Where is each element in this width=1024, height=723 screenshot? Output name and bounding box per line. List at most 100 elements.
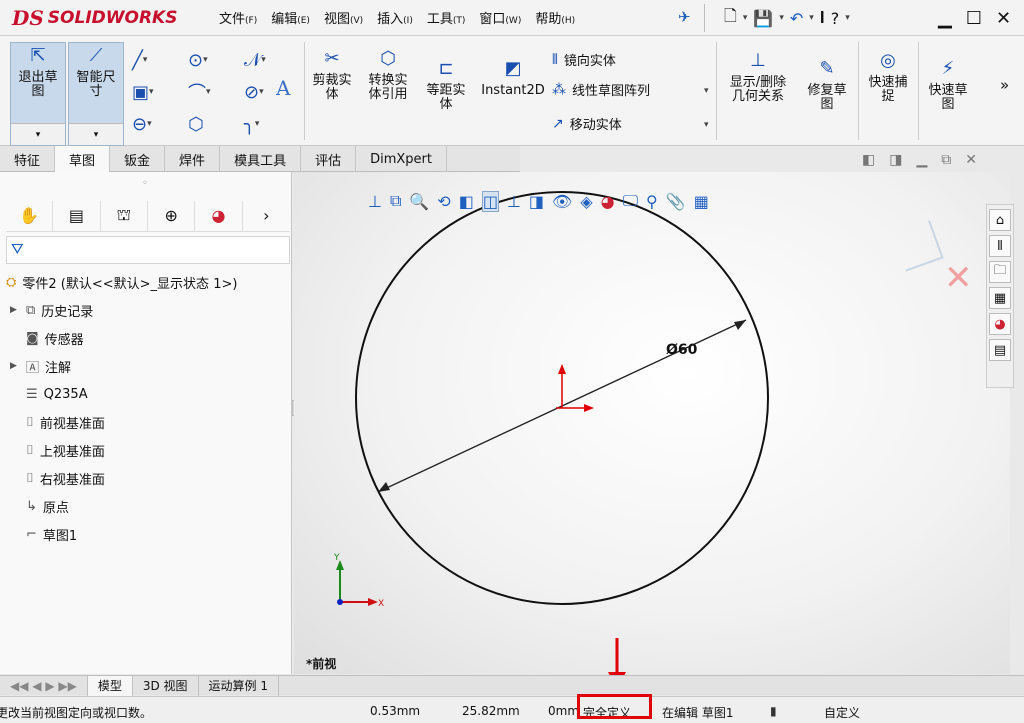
line-icon[interactable]: ╱ ▾ — [132, 44, 188, 76]
tabs-more-icon[interactable]: › — [243, 201, 290, 231]
zoom-to-area-icon[interactable]: 🔍 — [409, 192, 429, 211]
move-dropdown-icon[interactable]: ▾ — [704, 120, 709, 130]
tree-item-annotations[interactable]: ▶ 🄰 注解 — [10, 354, 71, 378]
viewport-close-icon[interactable]: ✕ — [965, 152, 977, 168]
section-view-icon[interactable]: ◧ — [459, 192, 474, 211]
offset-entities-button[interactable]: ⊏ 等距实体 — [420, 56, 472, 112]
tree-item-sensors[interactable]: ◙ 传感器 — [10, 326, 84, 350]
paperclip-icon[interactable]: 📎 — [666, 192, 686, 211]
view-settings-icon[interactable]: ◕ — [601, 192, 615, 211]
undo-dropdown-icon[interactable]: ▾ — [809, 13, 814, 23]
tab-mold-tools[interactable]: 模具工具 — [220, 146, 302, 172]
tab-features[interactable]: 特征 — [0, 146, 56, 172]
viewport-minimize-icon[interactable]: ▁ — [916, 152, 927, 168]
polygon-icon[interactable]: ⬡ — [188, 108, 244, 140]
tree-root-part[interactable]: ⛭ 零件2 (默认<<默认>_显示状态 1>) — [6, 270, 237, 294]
cancel-sketch-icon[interactable]: ✕ — [944, 258, 973, 298]
view-orientation-box-icon[interactable]: ◫ — [481, 190, 499, 212]
save-dropdown-icon[interactable]: ▾ — [779, 13, 784, 23]
zoom-to-fit-icon[interactable]: ⧉ — [390, 191, 401, 211]
more-commands-button[interactable]: » — [1000, 76, 1009, 94]
appearance-icon[interactable]: 👁 — [552, 192, 572, 211]
tree-item-history[interactable]: ▶ ⧉ 历史记录 — [10, 298, 93, 322]
configuration-manager-tab-icon[interactable]: ⛫ — [101, 200, 148, 231]
menu-help[interactable]: 帮助 (H) — [528, 8, 582, 27]
tree-item-top-plane[interactable]: ⌷ 上视基准面 — [10, 438, 105, 462]
fillet-icon[interactable]: ╮ ▾ — [244, 108, 300, 140]
tree-item-sketch1[interactable]: ⌐ 草图1 — [10, 522, 77, 546]
quick-snaps-button[interactable]: ◎ 快速捕捉 — [862, 48, 914, 104]
file-explorer-icon[interactable]: 🗀 — [989, 261, 1011, 283]
mirror-entities-button[interactable]: ⫴ 镜向实体 — [552, 50, 616, 70]
viewport-restore-icon[interactable]: ⧉ — [941, 152, 951, 168]
display-style-icon[interactable]: ⊥ — [507, 192, 521, 211]
linear-pattern-button[interactable]: ⁂ 线性草图阵列 — [552, 80, 650, 100]
pin-icon[interactable]: ✈ — [678, 8, 691, 26]
render-icon[interactable]: ⚲ — [646, 192, 658, 211]
help-icon[interactable]: ? — [831, 9, 840, 28]
trim-entities-button[interactable]: ✂ 剪裁实体 — [308, 46, 356, 102]
expand-icon[interactable]: ▶ — [10, 361, 20, 371]
realview-icon[interactable]: ▦ — [694, 192, 709, 211]
tab-scroll-arrows-icon[interactable]: ◀◀ ◀ ▶ ▶▶ — [0, 675, 88, 696]
tab-sketch[interactable]: 草图 — [55, 146, 111, 172]
smart-dimension-dropdown-icon[interactable]: ▾ — [69, 123, 123, 145]
solidworks-logo[interactable]: DS SOLIDWORKS — [12, 4, 182, 32]
menu-file[interactable]: 文件 (F) — [212, 8, 264, 27]
new-document-icon[interactable]: 🗋 — [724, 5, 737, 32]
tile-left-icon[interactable]: ◧ — [862, 152, 875, 168]
text-icon[interactable]: A — [276, 76, 290, 100]
tab-sheet-metal[interactable]: 钣金 — [110, 146, 166, 172]
pattern-dropdown-icon[interactable]: ▾ — [704, 86, 709, 96]
save-icon[interactable]: 💾 — [753, 9, 773, 28]
menu-window[interactable]: 窗口 (W) — [472, 8, 528, 27]
rectangle-icon[interactable]: ▣ ▾ — [132, 76, 188, 108]
menu-insert[interactable]: 插入 (I) — [370, 8, 420, 27]
feature-manager-tab-icon[interactable]: ✋ — [6, 200, 54, 231]
tab-model[interactable]: 模型 — [87, 675, 133, 696]
home-icon[interactable]: ⌂ — [989, 209, 1011, 231]
display-monitor-icon[interactable]: 🖵 — [623, 191, 638, 211]
filter-icon[interactable]: ⛛ — [6, 236, 290, 264]
convert-entities-button[interactable]: ⬡ 转换实体引用 — [362, 46, 414, 102]
menu-view[interactable]: 视图 (V) — [317, 8, 370, 27]
menu-edit[interactable]: 编辑 (E) — [264, 8, 317, 27]
undo-icon[interactable]: ↶ — [790, 9, 803, 28]
expand-icon[interactable]: ▶ — [10, 305, 20, 315]
menu-tools[interactable]: 工具 (T) — [420, 8, 473, 27]
design-library-icon[interactable]: ⫴ — [989, 235, 1011, 257]
tab-dimxpert[interactable]: DimXpert — [356, 146, 447, 172]
hide-show-icon[interactable]: ◨ — [529, 192, 544, 211]
spline-icon[interactable]: 𝒩 ▾ — [244, 44, 300, 76]
tab-evaluate[interactable]: 评估 — [301, 146, 357, 172]
pane-grip-icon[interactable]: ◦ — [142, 178, 148, 189]
ellipse-icon[interactable]: ⊘ ▾ — [244, 76, 300, 108]
maximize-icon[interactable]: ☐ — [966, 8, 982, 29]
cursor-icon[interactable]: 𝐈 — [820, 8, 825, 28]
exit-sketch-dropdown-icon[interactable]: ▾ — [11, 123, 65, 145]
tab-motion-study[interactable]: 运动算例 1 — [199, 675, 279, 696]
new-dropdown-icon[interactable]: ▾ — [743, 13, 748, 23]
rebuild-indicator-icon[interactable]: ▮ — [770, 704, 777, 718]
exit-sketch-button[interactable]: ⇱ 退出草图 ▾ — [10, 42, 66, 146]
exit-sketch-corner-icon[interactable] — [892, 220, 944, 272]
tree-item-right-plane[interactable]: ⌷ 右视基准面 — [10, 466, 105, 490]
dimxpert-manager-tab-icon[interactable]: ⊕ — [148, 200, 196, 231]
view-palette-icon[interactable]: ▦ — [989, 287, 1011, 309]
tab-weldments[interactable]: 焊件 — [165, 146, 221, 172]
minimize-icon[interactable]: ▁ — [938, 8, 952, 29]
instant2d-button[interactable]: ◩ Instant2D — [480, 56, 546, 98]
help-dropdown-icon[interactable]: ▾ — [845, 13, 850, 23]
tree-item-material[interactable]: ☰ Q235A — [10, 382, 88, 406]
rapid-sketch-button[interactable]: ⚡ 快速草图 — [922, 56, 974, 112]
property-manager-tab-icon[interactable]: ▤ — [53, 200, 101, 231]
previous-view-icon[interactable]: ⟲ — [437, 192, 450, 211]
tab-3d-view[interactable]: 3D 视图 — [133, 675, 199, 696]
units-selector[interactable]: 自定义 — [824, 704, 860, 721]
arc-icon[interactable]: ⌒ ▾ — [188, 76, 244, 108]
smart-dimension-button[interactable]: ⟋ 智能尺寸 ▾ — [68, 42, 124, 146]
move-entities-button[interactable]: ↗ 移动实体 — [552, 114, 622, 134]
slot-icon[interactable]: ⊖ ▾ — [132, 108, 188, 140]
display-manager-tab-icon[interactable]: ◕ — [195, 200, 243, 231]
tree-item-origin[interactable]: ↳ 原点 — [10, 494, 69, 518]
